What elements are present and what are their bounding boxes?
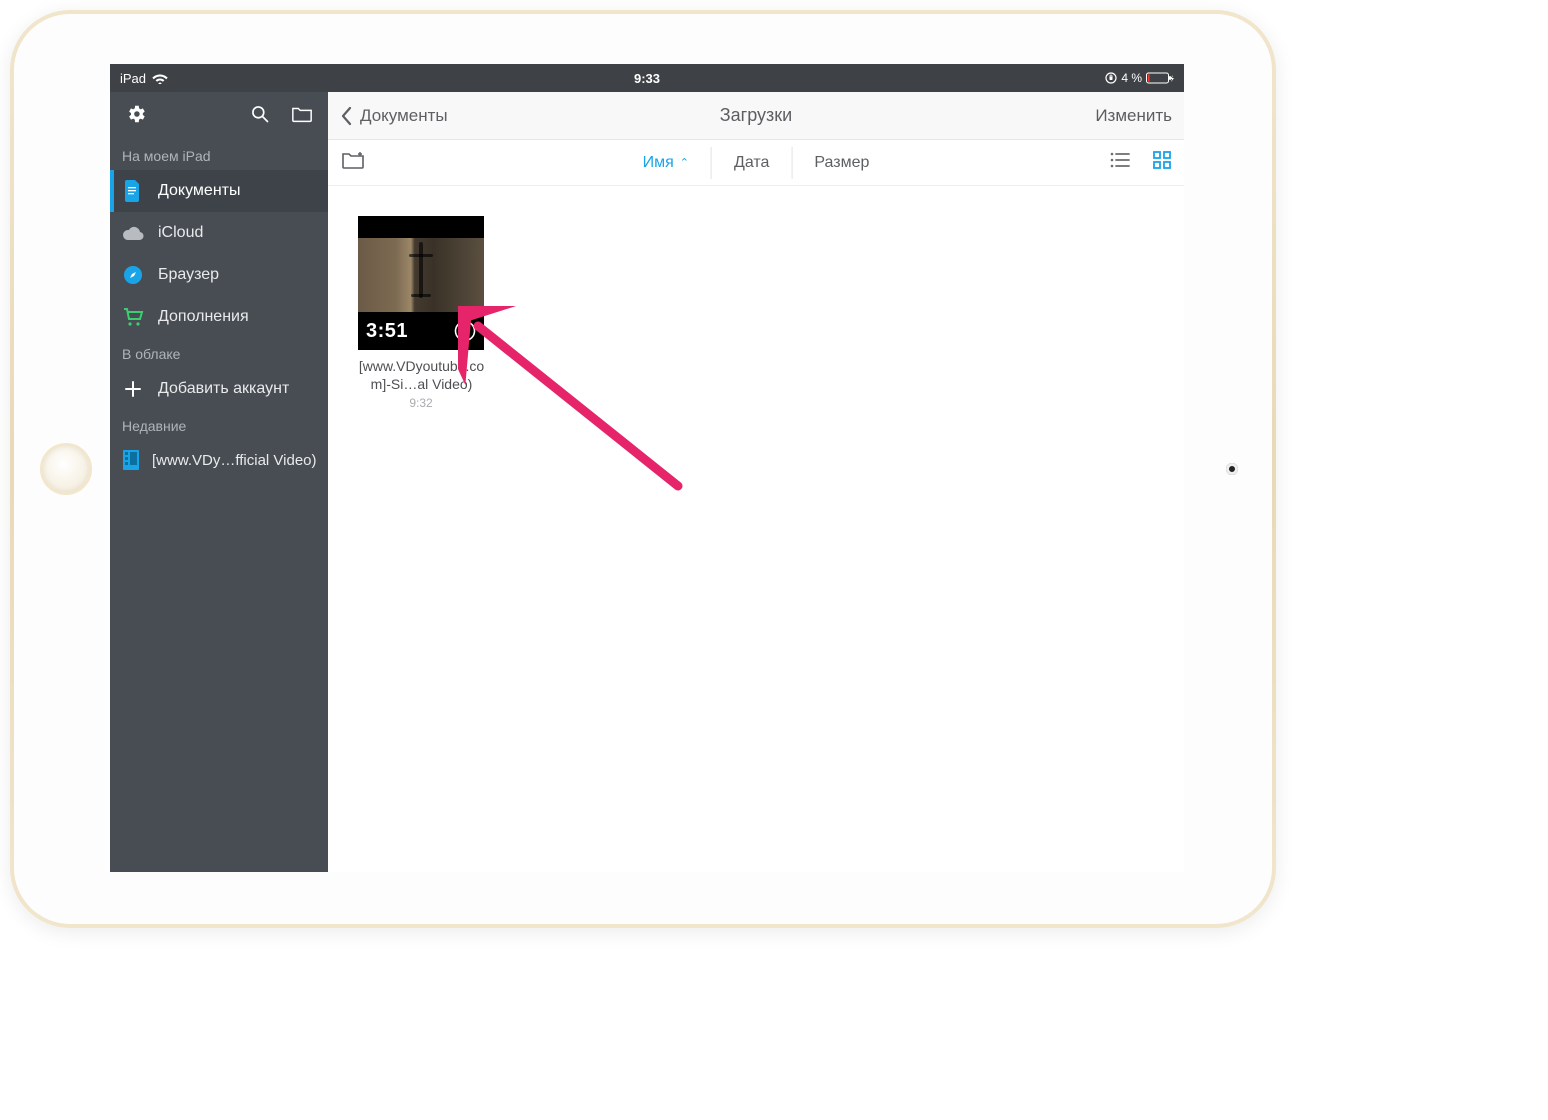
battery-icon	[1146, 72, 1174, 84]
grid-view-button[interactable]	[1148, 149, 1176, 177]
file-tile[interactable]: 3:51 [www.VDyoutube.com]-Si…al Video) 9:…	[358, 216, 484, 410]
sidebar-item-label: Добавить аккаунт	[158, 380, 289, 398]
sort-by-date[interactable]: Дата	[711, 147, 791, 179]
main-panel: Документы Загрузки Изменить	[328, 92, 1184, 872]
cloud-icon	[122, 222, 144, 244]
sidebar-item-browser[interactable]: Браузер	[110, 254, 328, 296]
video-duration: 3:51	[366, 320, 408, 343]
file-grid: 3:51 [www.VDyoutube.com]-Si…al Video) 9:…	[328, 186, 1184, 872]
edit-button[interactable]: Изменить	[1095, 106, 1172, 126]
grid-icon	[1153, 151, 1171, 174]
orientation-lock-icon	[1105, 72, 1117, 84]
search-button[interactable]	[244, 100, 276, 132]
status-bar: iPad 9:33 4 %	[110, 64, 1184, 92]
sort-name-label: Имя	[643, 154, 674, 172]
file-time: 9:32	[358, 396, 484, 410]
list-view-button[interactable]	[1106, 149, 1134, 177]
sidebar: На моем iPad Документы iCloud	[110, 92, 328, 872]
folder-button[interactable]	[286, 100, 318, 132]
battery-percent: 4 %	[1121, 71, 1142, 85]
sort-by-name[interactable]: Имя ⌃	[621, 147, 711, 179]
sidebar-item-label: Браузер	[158, 266, 219, 284]
new-folder-icon	[341, 150, 365, 175]
document-icon	[122, 180, 144, 202]
sort-date-label: Дата	[734, 154, 769, 172]
annotation-arrow	[458, 306, 698, 506]
wifi-icon	[152, 72, 168, 84]
sidebar-section-recent: Недавние	[110, 410, 328, 440]
back-button[interactable]: Документы	[340, 106, 448, 126]
device-label: iPad	[120, 71, 146, 86]
sidebar-item-label: Дополнения	[158, 308, 249, 326]
new-folder-button[interactable]	[336, 146, 370, 180]
status-time: 9:33	[634, 71, 660, 86]
sidebar-section-cloud: В облаке	[110, 338, 328, 368]
main-header: Документы Загрузки Изменить	[328, 92, 1184, 140]
settings-button[interactable]	[120, 100, 152, 132]
sidebar-item-label: Документы	[158, 182, 240, 200]
sidebar-recent-label: [www.VDy…fficial Video)	[152, 452, 317, 469]
ipad-bezel: iPad 9:33 4 %	[14, 14, 1272, 924]
sort-caret-icon: ⌃	[680, 156, 689, 169]
front-camera	[1226, 463, 1238, 475]
screen: iPad 9:33 4 %	[110, 64, 1184, 872]
sidebar-section-on-device: На моем iPad	[110, 140, 328, 170]
folder-icon	[291, 104, 313, 129]
plus-icon	[122, 378, 144, 400]
gear-icon	[125, 103, 147, 130]
sidebar-item-documents[interactable]: Документы	[110, 170, 328, 212]
chevron-left-icon	[340, 106, 352, 126]
sort-by-size[interactable]: Размер	[791, 147, 891, 179]
compass-icon	[122, 264, 144, 286]
ipad-frame: iPad 9:33 4 %	[10, 10, 1276, 928]
sidebar-recent-file[interactable]: [www.VDy…fficial Video)	[110, 440, 328, 480]
sidebar-item-label: iCloud	[158, 224, 203, 242]
list-icon	[1110, 152, 1130, 173]
home-button[interactable]	[40, 443, 92, 495]
page-title: Загрузки	[720, 105, 792, 126]
file-name: [www.VDyoutube.com]-Si…al Video)	[354, 358, 489, 393]
sidebar-item-icloud[interactable]: iCloud	[110, 212, 328, 254]
sort-size-label: Размер	[814, 154, 869, 172]
sidebar-item-add-account[interactable]: Добавить аккаунт	[110, 368, 328, 410]
search-icon	[250, 104, 270, 129]
video-thumbnail: 3:51	[358, 216, 484, 350]
back-label: Документы	[360, 106, 448, 126]
cart-icon	[122, 306, 144, 328]
video-file-icon	[120, 449, 142, 471]
sort-bar: Имя ⌃ Дата Размер	[328, 140, 1184, 186]
play-icon	[454, 320, 476, 342]
sidebar-item-addons[interactable]: Дополнения	[110, 296, 328, 338]
